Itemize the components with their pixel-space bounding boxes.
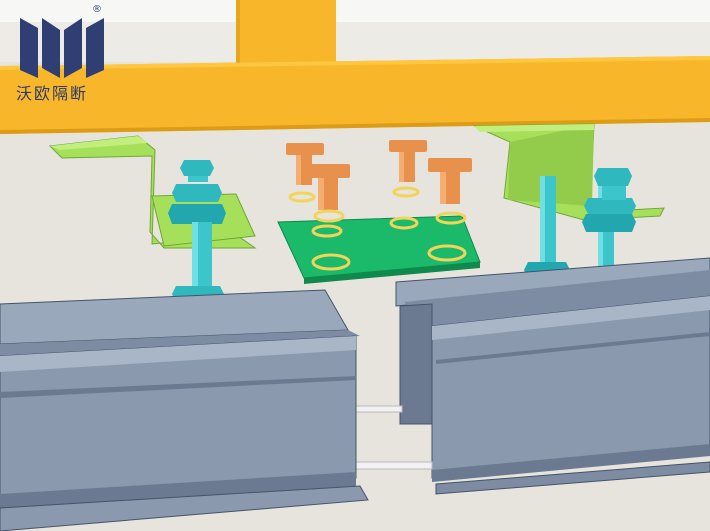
- rail-right: [395, 257, 710, 495]
- rail-left: [0, 289, 369, 531]
- brand-name: 沃欧隔断: [16, 84, 89, 103]
- scene-canvas: ® 沃欧隔断: [0, 0, 710, 531]
- connector-pin-upper: [351, 405, 403, 413]
- connector-pin-lower: [351, 461, 433, 470]
- registered-mark: ®: [92, 4, 102, 15]
